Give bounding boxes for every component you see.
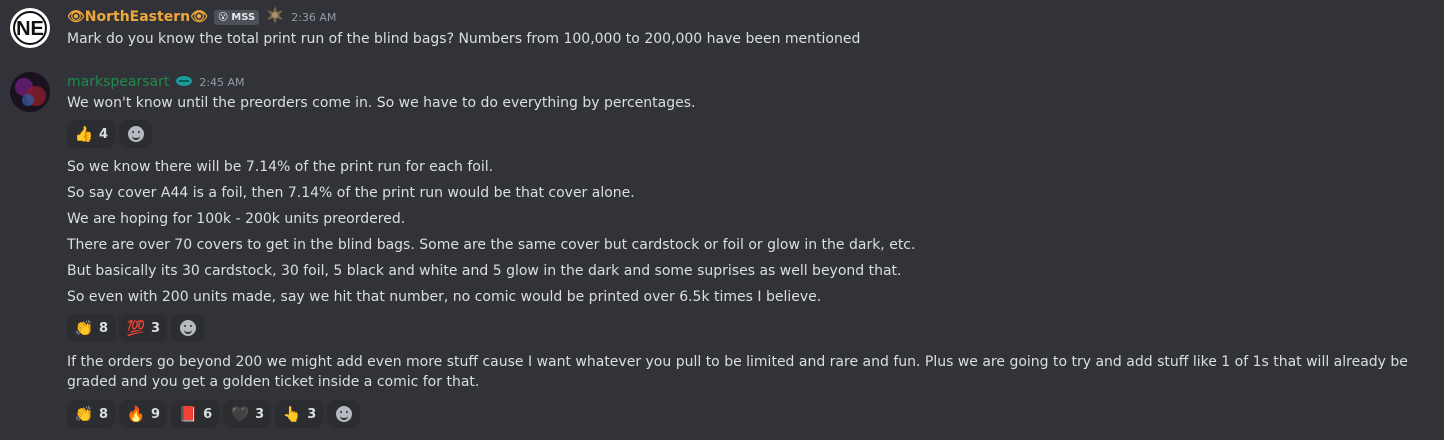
reaction-count: 8 xyxy=(99,320,109,336)
message-text: So even with 200 units made, say we hit … xyxy=(67,289,822,305)
point-up-icon: 👆 xyxy=(282,405,302,423)
reaction-count: 9 xyxy=(151,406,161,422)
reaction-count: 3 xyxy=(307,406,317,422)
reaction-count: 3 xyxy=(255,406,265,422)
reaction-count: 8 xyxy=(99,406,109,422)
clap-icon: 👏 xyxy=(74,319,94,337)
avatar-markspearsart[interactable] xyxy=(10,72,50,112)
reaction-clap[interactable]: 👏 8 xyxy=(67,314,116,342)
reaction-bar: 👏 8 💯 3 xyxy=(67,314,205,342)
author-name[interactable]: markspearsart xyxy=(67,74,169,90)
reaction-thumbs-up[interactable]: 👍 4 xyxy=(67,120,116,148)
add-reaction-button[interactable] xyxy=(327,400,361,428)
thumbs-up-icon: 👍 xyxy=(74,125,94,143)
red-book-icon: 📕 xyxy=(178,405,198,423)
server-tag[interactable]: 😮 MSS xyxy=(213,9,260,25)
reaction-bar: 👍 4 xyxy=(67,120,153,148)
svg-text:NE: NE xyxy=(16,18,44,40)
bronze-star-badge-icon[interactable] xyxy=(265,5,285,29)
reaction-count: 6 xyxy=(203,406,213,422)
timestamp[interactable]: 2:36 AM xyxy=(291,11,336,24)
reaction-bar: 👏 8 🔥 9 📕 6 🖤 3 👆 3 xyxy=(67,400,361,428)
reaction-hundred[interactable]: 💯 3 xyxy=(119,314,168,342)
add-reaction-button[interactable] xyxy=(119,120,153,148)
message-header: markspearsart 2:45 AM xyxy=(67,72,245,92)
reaction-clap[interactable]: 👏 8 xyxy=(67,400,116,428)
message-text: We won't know until the preorders come i… xyxy=(67,95,696,111)
tag-text: MSS xyxy=(231,11,256,23)
message-text: So we know there will be 7.14% of the pr… xyxy=(67,159,494,175)
add-reaction-icon xyxy=(179,320,196,336)
message-text: There are over 70 covers to get in the b… xyxy=(67,237,916,253)
reaction-count: 4 xyxy=(99,126,109,142)
tag-emoji: 😮 xyxy=(217,11,229,23)
reaction-book[interactable]: 📕 6 xyxy=(171,400,220,428)
add-reaction-icon xyxy=(127,126,144,142)
author-name[interactable]: 👁NorthEastern👁 xyxy=(67,9,208,25)
message-text: So say cover A44 is a foil, then 7.14% o… xyxy=(67,185,635,201)
teal-blimp-badge-icon[interactable] xyxy=(175,73,193,92)
clap-icon: 👏 xyxy=(74,405,94,423)
message-header: 👁NorthEastern👁 😮 MSS 2:36 AM xyxy=(67,5,336,29)
message-text: But basically its 30 cardstock, 30 foil,… xyxy=(67,263,902,279)
black-heart-icon: 🖤 xyxy=(230,405,250,423)
timestamp[interactable]: 2:45 AM xyxy=(199,76,244,89)
message-text: We are hoping for 100k - 200k units preo… xyxy=(67,211,406,227)
fire-icon: 🔥 xyxy=(126,405,146,423)
reaction-point-up[interactable]: 👆 3 xyxy=(275,400,324,428)
message-text: If the orders go beyond 200 we might add… xyxy=(67,354,1408,390)
message-text: Mark do you know the total print run of … xyxy=(67,31,861,47)
avatar-northeastern[interactable]: NE xyxy=(10,8,50,48)
add-reaction-button[interactable] xyxy=(171,314,205,342)
reaction-heart[interactable]: 🖤 3 xyxy=(223,400,272,428)
reaction-count: 3 xyxy=(151,320,161,336)
hundred-points-icon: 💯 xyxy=(126,319,146,337)
add-reaction-icon xyxy=(335,406,352,422)
reaction-fire[interactable]: 🔥 9 xyxy=(119,400,168,428)
